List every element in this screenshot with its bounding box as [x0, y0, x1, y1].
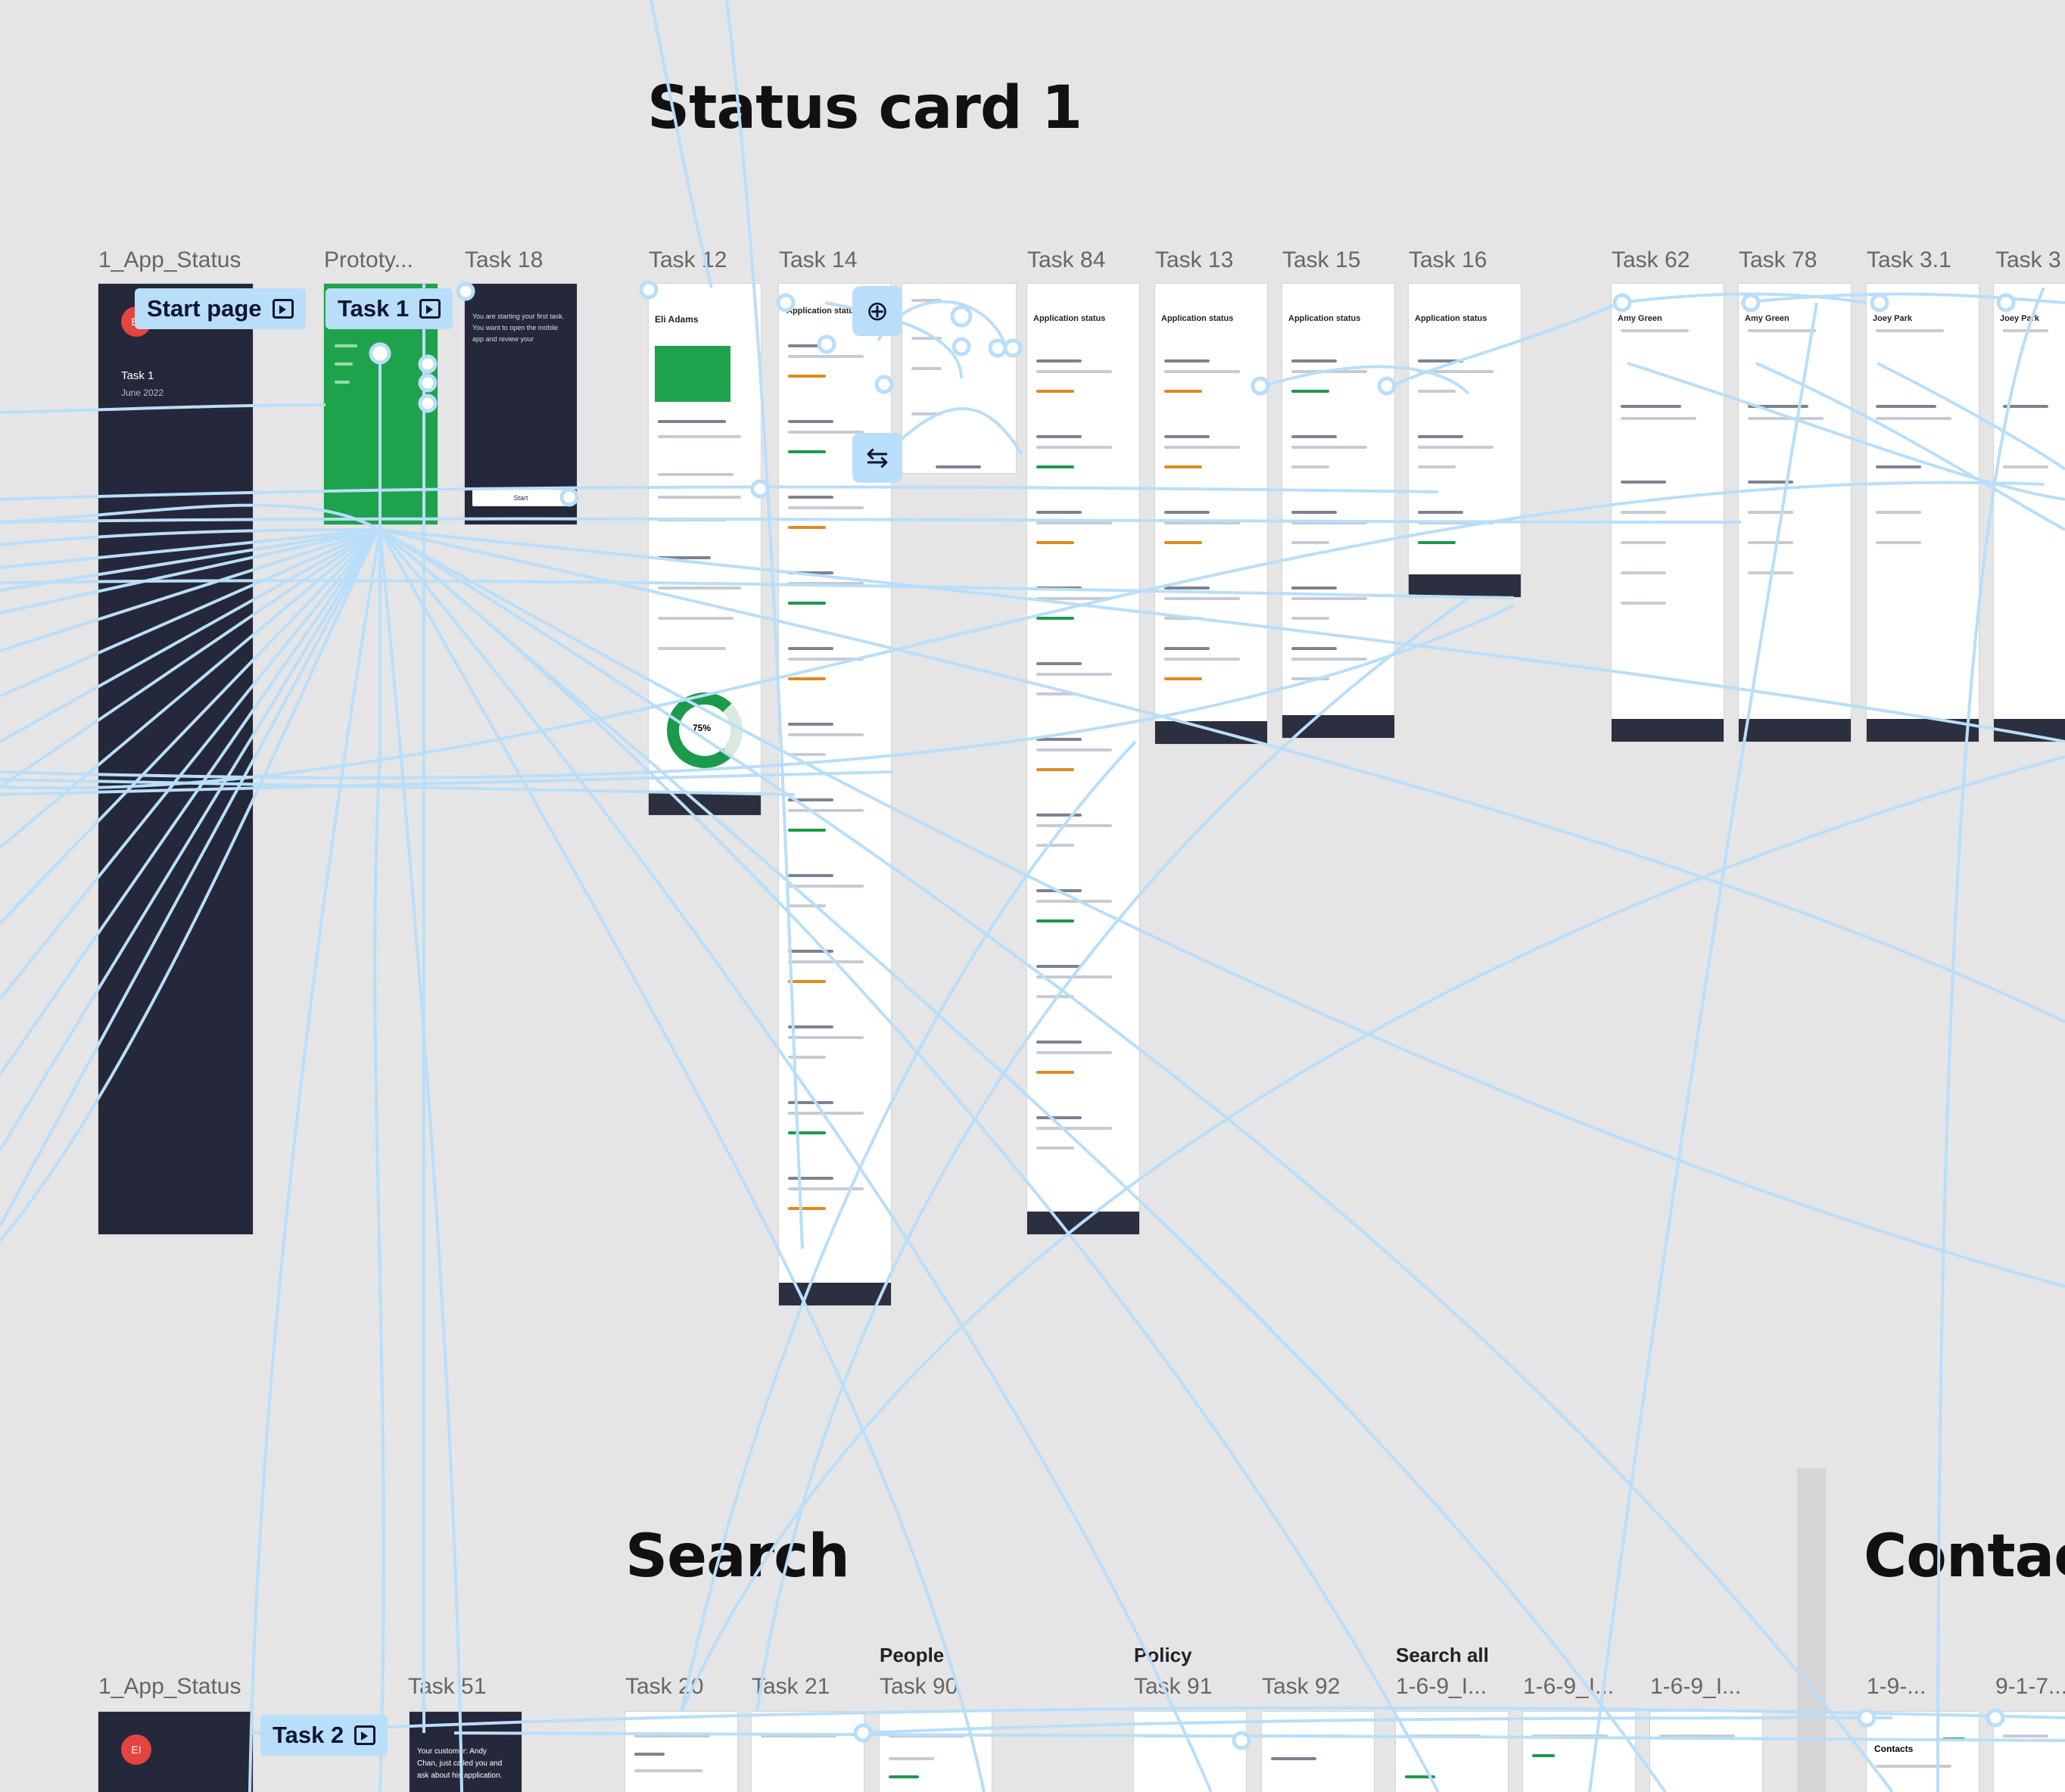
frame-task1-title: Task 1	[121, 369, 154, 382]
frame-task21[interactable]	[752, 1712, 864, 1792]
frame-label-task14[interactable]: Task 14	[779, 247, 857, 273]
frame-label-task91[interactable]: Task 91	[1134, 1674, 1212, 1700]
frame-1699c[interactable]	[1650, 1712, 1762, 1792]
frame-label-task62[interactable]: Task 62	[1612, 247, 1690, 273]
frame-task92[interactable]	[1262, 1712, 1374, 1792]
frame-heading: Application status	[1161, 314, 1234, 323]
frame-task78[interactable]: Amy Green	[1739, 284, 1851, 742]
section-divider	[1797, 1468, 1826, 1792]
frame-task18-text: You are starting your first task. You wa…	[472, 313, 565, 343]
flow-task1-badge[interactable]: Task 1	[325, 288, 453, 329]
frame-label-task31[interactable]: Task 3.1	[1867, 247, 1951, 273]
add-frame-icon[interactable]: ⊕	[852, 286, 902, 336]
link-icon[interactable]: ⇆	[852, 433, 902, 483]
section-title-search: Search	[625, 1523, 850, 1591]
frame-task13[interactable]: Application status	[1155, 284, 1267, 744]
frame-task20[interactable]	[625, 1712, 737, 1792]
frame-1699b[interactable]	[1523, 1712, 1635, 1792]
flow-task1-label: Task 1	[338, 295, 410, 322]
frame-label-task21[interactable]: Task 21	[752, 1674, 830, 1700]
flow-task2-badge[interactable]: Task 2	[260, 1715, 388, 1756]
start-button[interactable]: Start	[472, 490, 569, 506]
frame-label-task3x[interactable]: Task 3	[1995, 247, 2061, 273]
frame-label-917[interactable]: 9-1-7...	[1995, 1674, 2065, 1700]
frame-task90[interactable]	[880, 1712, 992, 1792]
task51-line2: Chan, just called you and	[417, 1759, 503, 1768]
customer-name: Joey Park	[2000, 314, 2039, 323]
frame-label-task12[interactable]: Task 12	[649, 247, 727, 273]
frame-label-task84[interactable]: Task 84	[1027, 247, 1105, 273]
avatar-2: EI	[121, 1734, 151, 1765]
frame-task62[interactable]: Amy Green	[1612, 284, 1724, 742]
flow-start-page-badge[interactable]: Start page	[135, 288, 306, 329]
subsection-label-people: People	[880, 1644, 945, 1666]
frame-heading: Application status	[1033, 314, 1106, 323]
frame-label-app-status[interactable]: 1_App_Status	[98, 247, 241, 273]
frame-label-task16[interactable]: Task 16	[1409, 247, 1487, 273]
frame-19a[interactable]: Contacts	[1867, 1712, 1979, 1792]
frame-label-task78[interactable]: Task 78	[1739, 247, 1817, 273]
frame-label-app-status-2[interactable]: 1_App_Status	[98, 1674, 241, 1700]
frame-label-1699b[interactable]: 1-6-9_I...	[1523, 1674, 1614, 1700]
flow-start-page-label: Start page	[147, 295, 262, 322]
frame-label-task51[interactable]: Task 51	[408, 1674, 486, 1700]
customer-name: Amy Green	[1745, 314, 1789, 323]
frame-task91[interactable]	[1134, 1712, 1246, 1792]
play-frame-icon	[419, 299, 441, 319]
section-title-status-card: Status card 1	[647, 74, 1082, 142]
task51-line3: ask about his application.	[417, 1772, 503, 1780]
frame-label-prototype[interactable]: Prototy...	[324, 247, 413, 273]
frame-label-task13[interactable]: Task 13	[1155, 247, 1233, 273]
frame-task3x[interactable]: Joey Park	[1994, 284, 2065, 742]
customer-name: Joey Park	[1873, 314, 1912, 323]
frame-app-status-2[interactable]: EI	[98, 1712, 253, 1792]
frame-task18[interactable]: You are starting your first task. You wa…	[465, 284, 577, 524]
frame-heading: Application status	[786, 306, 859, 316]
frame-label-19a[interactable]: 1-9-...	[1867, 1674, 1926, 1700]
frame-task16[interactable]: Application status	[1409, 284, 1521, 597]
play-frame-icon	[354, 1725, 376, 1745]
frame-task51[interactable]: Your customer: Andy Chan, just called yo…	[410, 1712, 522, 1792]
progress-percent: 75%	[693, 723, 712, 733]
subsection-label-policy: Policy	[1134, 1644, 1192, 1666]
frame-label-task92[interactable]: Task 92	[1262, 1674, 1340, 1700]
frame-heading: Application status	[1288, 314, 1361, 323]
frame-1699a[interactable]	[1396, 1712, 1508, 1792]
customer-name: Amy Green	[1618, 314, 1662, 323]
frame-task15[interactable]: Application status	[1282, 284, 1394, 738]
frame-component-overlay[interactable]	[902, 284, 1016, 473]
frame-task31[interactable]: Joey Park	[1867, 284, 1979, 742]
promo-banner	[655, 346, 730, 402]
play-frame-icon	[272, 299, 294, 319]
frame-label-1699c[interactable]: 1-6-9_I...	[1650, 1674, 1741, 1700]
section-title-contact: Contact	[1864, 1523, 2065, 1591]
frame-label-task20[interactable]: Task 20	[625, 1674, 703, 1700]
frame-917[interactable]	[1994, 1712, 2065, 1792]
frame-label-task18[interactable]: Task 18	[465, 247, 543, 273]
frame-label-task90[interactable]: Task 90	[880, 1674, 958, 1700]
frame-task1-date: June 2022	[121, 387, 164, 398]
contacts-heading: Contacts	[1874, 1744, 1914, 1754]
frame-heading: Application status	[1415, 314, 1487, 323]
flow-task2-label: Task 2	[273, 1722, 344, 1748]
frame-task84[interactable]: Application status	[1027, 284, 1139, 1234]
task51-line1: Your customer: Andy	[417, 1747, 487, 1756]
frame-task12[interactable]: Eli Adams 75%	[649, 284, 761, 815]
frame-label-task15[interactable]: Task 15	[1282, 247, 1360, 273]
customer-name: Eli Adams	[655, 314, 699, 325]
frame-label-1699a[interactable]: 1-6-9_I...	[1396, 1674, 1487, 1700]
figma-canvas[interactable]: Status card 1 Search Contact People Poli…	[0, 0, 2065, 1792]
frame-app-status[interactable]: EI Task 1 June 2022	[98, 284, 253, 1234]
subsection-label-search-all: Search all	[1396, 1644, 1489, 1666]
